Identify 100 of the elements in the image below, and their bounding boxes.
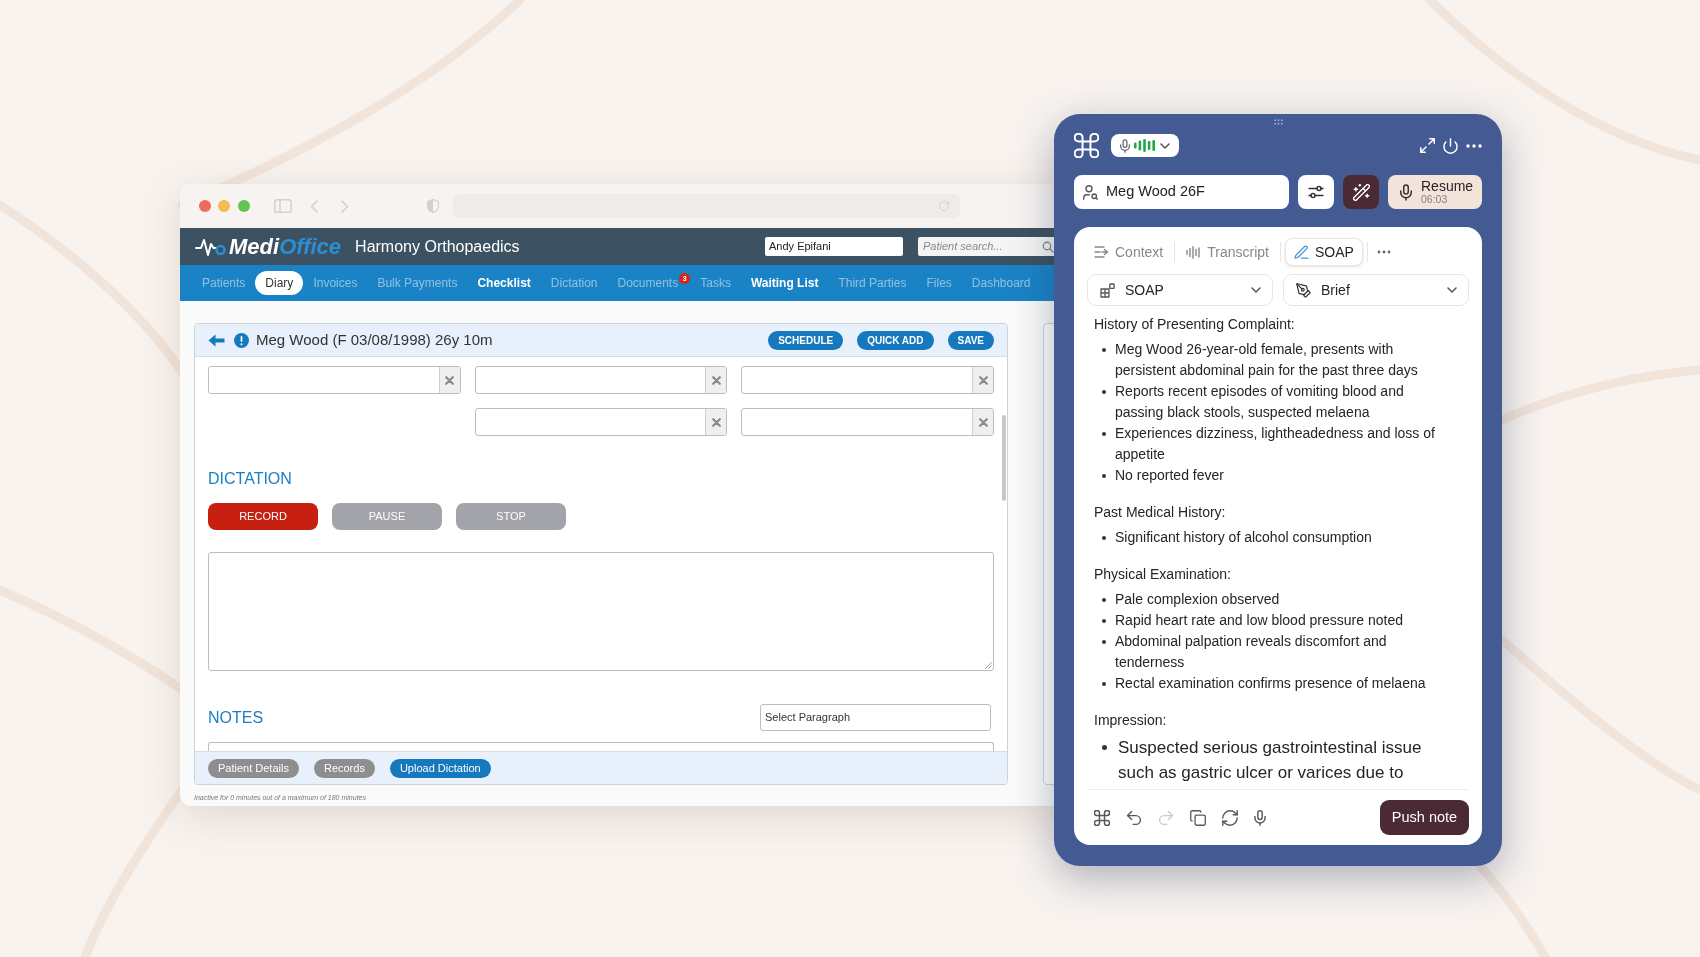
sliders-icon [1308,185,1324,199]
code-input-field[interactable] [741,408,994,436]
bullet-icon [1102,598,1106,602]
zoom-window-button[interactable] [238,200,250,212]
bullet-icon [1102,682,1106,686]
clear-button[interactable] [705,367,727,393]
bullet-icon [1102,348,1106,352]
microphone-icon [1400,183,1412,201]
resume-button[interactable]: Resume 06:03 [1388,175,1482,209]
blocks-icon [1100,282,1115,298]
paragraph-select[interactable]: Select Paragraph [760,704,991,731]
note-bullet-text: Rectal examination confirms presence of melaena [1115,674,1426,693]
code-input-field[interactable] [741,366,994,394]
dictation-control-button[interactable]: RECORD [208,503,318,530]
code-input-field[interactable] [474,408,728,436]
more-icon[interactable] [1466,143,1482,148]
refresh-icon[interactable] [1222,809,1238,826]
note-bullet-text: Abdominal palpation reveals discomfort and tenderness [1115,632,1388,672]
code-input-field[interactable] [208,366,461,394]
note-section-heading: Physical Examination: [1094,565,1231,584]
bullet-icon [1102,432,1106,436]
nav-tab[interactable]: Tasks [690,274,741,292]
nav-tab[interactable]: Waiting List [740,274,829,292]
nav-tab[interactable]: Dashboard [961,274,1041,292]
close-icon [711,417,721,427]
header-action-button[interactable]: SCHEDULE [768,330,844,350]
power-icon[interactable] [1443,137,1458,154]
header-action-button[interactable]: SAVE [947,330,994,350]
note-bullet-text: No reported fever [1115,466,1224,485]
clear-button[interactable] [438,367,460,393]
microphone-icon [1120,138,1130,153]
microphone-icon[interactable] [1254,809,1266,826]
bullet-icon [1102,536,1106,540]
user-search-icon [1083,184,1098,200]
scrollbar[interactable] [1002,415,1006,501]
chevron-down-icon [1447,287,1457,293]
patient-field[interactable]: Meg Wood 26F [1074,175,1289,209]
magic-wand-icon [1352,183,1370,201]
push-note-button[interactable]: Push note [1380,800,1469,835]
template-select[interactable]: SOAP [1087,274,1273,306]
clear-button[interactable] [972,409,993,435]
note-bullet-text: Reports recent episodes of vomiting blood and passing black stools, suspected melaena [1115,382,1405,422]
view-tab[interactable]: Transcript [1179,238,1276,266]
close-icon [445,375,455,385]
note-section-heading: History of Presenting Complaint: [1094,315,1295,334]
nav-tab[interactable]: Documents [607,274,680,292]
nav-tab[interactable]: Third Parties [828,274,917,292]
length-select[interactable]: Brief [1283,274,1469,306]
clear-button[interactable] [972,367,993,393]
waveform-icon [1186,245,1202,259]
code-input-field[interactable] [474,366,728,394]
bullet-icon [1102,619,1106,623]
microphone-selector-button[interactable] [1111,134,1179,157]
note-bullet-text: Pale complexion observed [1115,590,1280,609]
section-heading: DICTATION [208,470,292,488]
alert-icon [234,332,249,348]
bullet-icon [1102,390,1106,394]
footer-button[interactable]: Records [313,758,375,778]
undo-icon[interactable] [1126,809,1142,826]
footer-button[interactable]: Upload Dictation [389,758,491,778]
note-section-heading: Past Medical History: [1094,503,1226,522]
copy-icon[interactable] [1190,809,1206,826]
bullet-icon [1102,640,1106,644]
footer-button[interactable]: Patient Details [208,758,299,778]
nav-tab[interactable]: Dictation [540,274,608,292]
note-bullet-text: Rapid heart rate and low blood pressure noted [1115,611,1403,630]
list-arrow-icon [1094,246,1109,258]
view-tab[interactable]: SOAP [1284,238,1363,266]
close-window-button[interactable] [199,200,211,212]
nav-tab[interactable]: Bulk Payments [367,274,468,292]
view-tab[interactable]: Context [1087,238,1171,266]
expand-icon[interactable] [1420,138,1435,153]
timer-text: 06:03 [1421,194,1448,205]
more-icon[interactable] [1376,250,1391,254]
chevron-down-icon [1160,142,1170,149]
nav-tab[interactable]: Checklist [467,274,541,292]
close-icon [978,417,988,427]
filter-button[interactable] [1298,175,1334,209]
resize-grip-icon[interactable] [985,662,992,669]
heartbeat-logo-icon [195,236,226,257]
section-heading: NOTES [208,708,264,727]
patient-title: Meg Wood (F 03/08/1998) 26y 10m [256,329,493,350]
arrow-left-icon[interactable] [208,333,225,347]
bullet-icon [1102,745,1107,750]
close-icon [711,375,721,385]
header-action-button[interactable]: QUICK ADD [857,330,934,350]
nav-tab[interactable]: Diary [255,271,304,295]
nav-tab[interactable]: Invoices [303,274,368,292]
note-bullet-text: Experiences dizziness, lightheadedness and loss of appetite [1115,424,1436,464]
nav-tab[interactable]: Patients [192,274,256,292]
search-icon[interactable] [1042,240,1054,253]
nav-tab[interactable]: Files [916,274,962,292]
note-bullet-text: Significant history of alcohol consumption [1115,528,1372,547]
note-section-heading: Impression: [1094,711,1167,730]
drag-handle-icon[interactable] [1273,119,1283,125]
magic-wand-button[interactable] [1343,175,1379,209]
user-field[interactable]: Andy Epifani [765,237,903,256]
minimize-window-button[interactable] [218,200,230,212]
clear-button[interactable] [705,409,727,435]
loop-logo-icon[interactable] [1094,809,1110,826]
